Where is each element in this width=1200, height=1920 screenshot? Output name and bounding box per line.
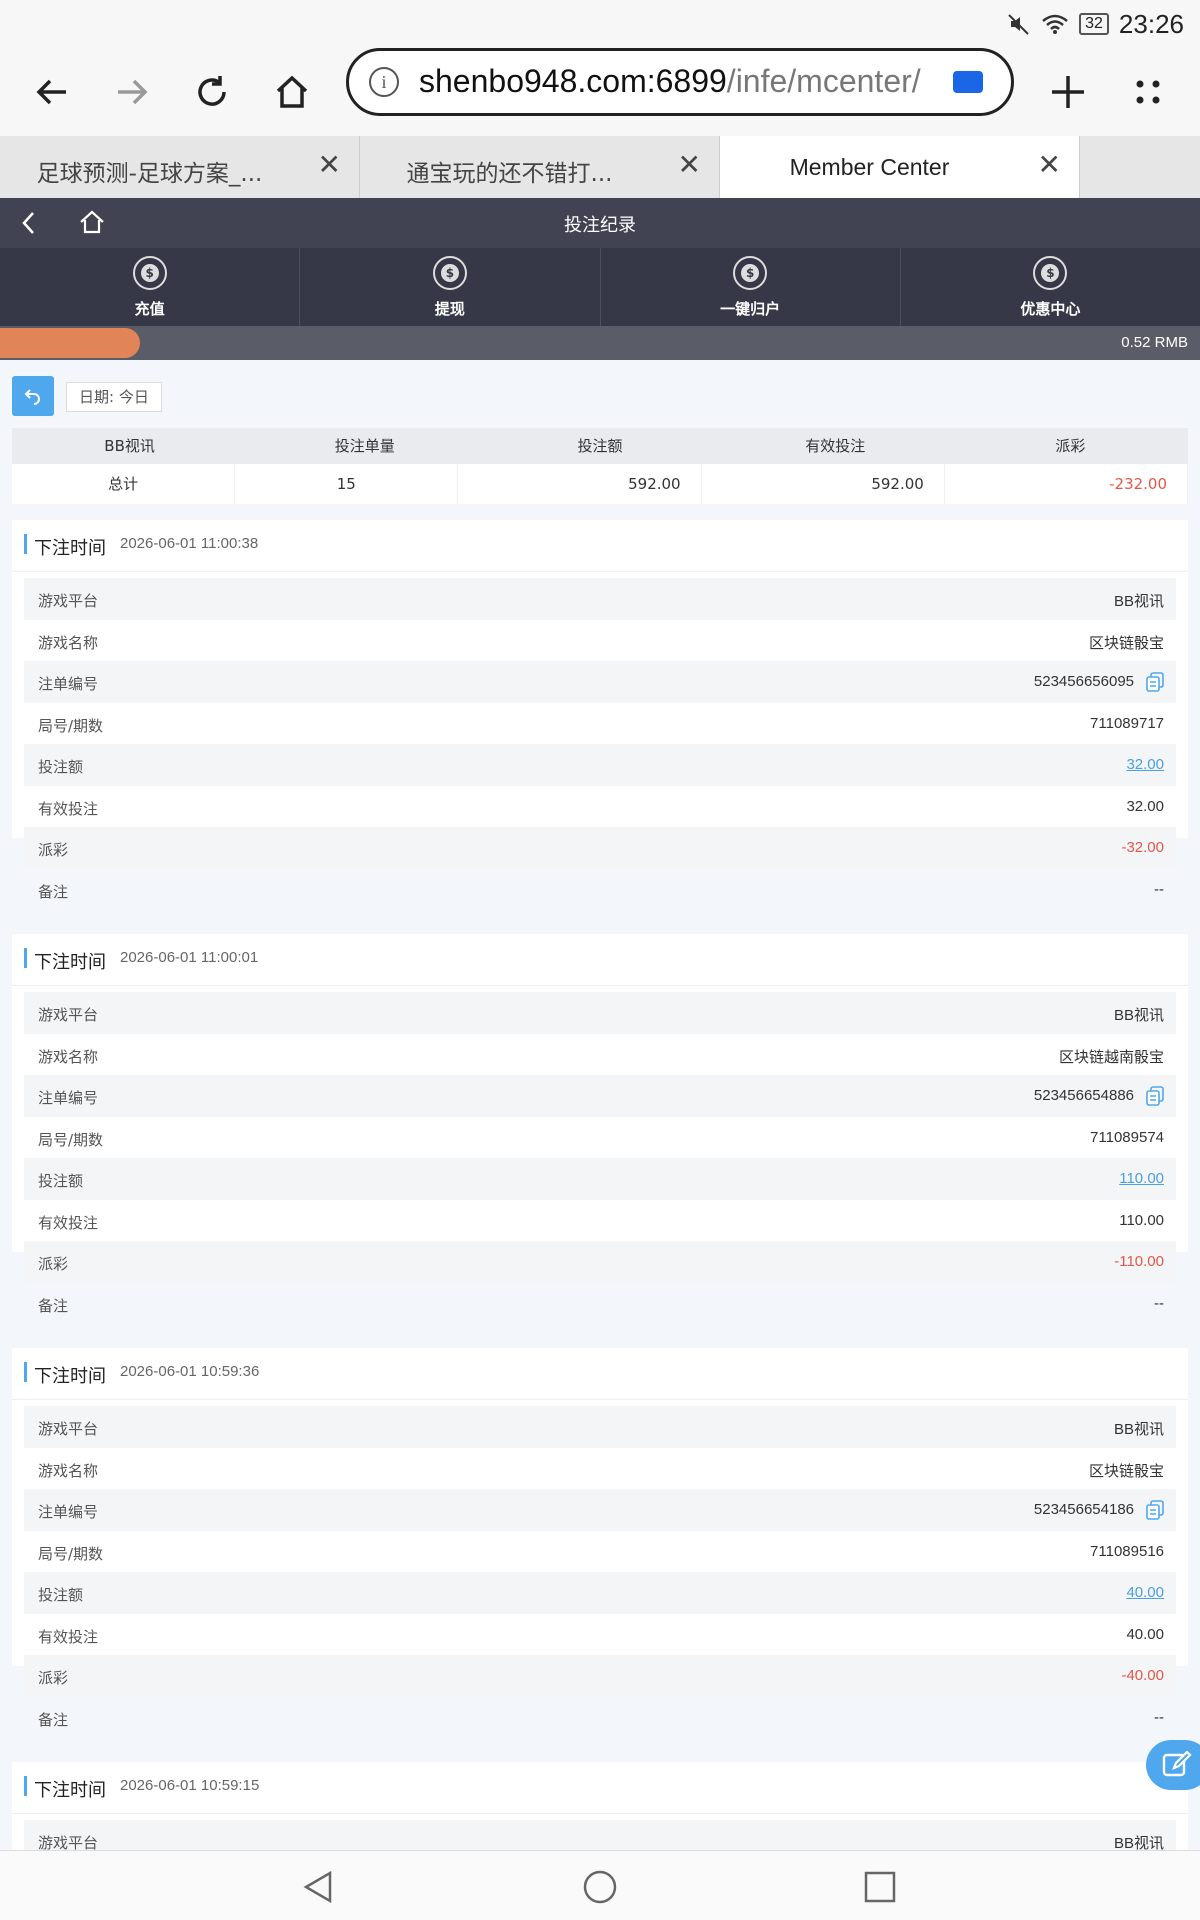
clock: 23:26 [1118, 8, 1184, 39]
edit-float-button[interactable] [1146, 1740, 1200, 1790]
battery-icon: 32 [1079, 13, 1109, 35]
status-bar: 32 23:26 [0, 0, 1200, 48]
bet-amount-link[interactable]: 110.00 [1119, 1170, 1164, 1187]
return-arrow-icon [24, 389, 40, 405]
close-icon[interactable]: ✕ [318, 150, 341, 180]
balance-value: 0.52 RMB [1121, 334, 1188, 351]
plus-icon [1052, 76, 1084, 108]
tab-3[interactable]: Member Center ✕ [720, 136, 1080, 198]
record-header: 下注时间 2026-06-01 11:00:01 [12, 934, 1188, 986]
home-icon [276, 75, 308, 108]
mute-icon [1008, 14, 1029, 35]
withdraw-icon: $ [432, 256, 467, 290]
nav-home-icon[interactable] [578, 1865, 622, 1909]
promo-icon: $ [1033, 256, 1068, 290]
tab-2[interactable]: 通宝玩的还不错打... ✕ [360, 136, 720, 198]
arrow-left-icon [36, 79, 66, 105]
bet-record: 下注时间 2026-06-01 11:00:38 游戏平台 BB视讯 游戏名称 区块… [12, 520, 1188, 901]
close-icon[interactable]: ✕ [678, 150, 701, 180]
redaction-mark [0, 328, 140, 358]
wifi-icon [1042, 14, 1068, 34]
record-header: 下注时间 2026-06-01 11:00:38 [12, 520, 1188, 572]
bet-record: 下注时间 2026-06-01 10:59:15 游戏平台 BB视讯 [12, 1762, 1188, 1850]
close-icon[interactable]: ✕ [1038, 150, 1061, 180]
nav-back-icon[interactable] [298, 1865, 342, 1909]
site-header: 投注纪录 [0, 198, 1200, 248]
bet-amount-link[interactable]: 32.00 [1126, 756, 1164, 773]
url-text[interactable]: shenbo948.com:6899/infe/mcenter/ [419, 63, 921, 100]
bet-record: 下注时间 2026-06-01 11:00:01 游戏平台 BB视讯 游戏名称 区块… [12, 934, 1188, 1315]
reload-icon [198, 76, 226, 106]
page-title: 投注纪录 [564, 215, 636, 236]
bet-record: 下注时间 2026-06-01 10:59:36 游戏平台 BB视讯 游戏名称 区块… [12, 1348, 1188, 1729]
nav-recents-icon[interactable] [858, 1865, 902, 1909]
member-nav: $ 充值 $ 提现 $ 一键归户 $ 优惠中心 [0, 248, 1200, 326]
back-button[interactable] [20, 60, 84, 124]
home-button[interactable] [260, 60, 324, 124]
tab-strip: 足球预测-足球方案_... ✕ 通宝玩的还不错打... ✕ Member Cen… [0, 136, 1200, 198]
date-filter[interactable]: 日期: 今日 [66, 382, 162, 412]
summary-table: BB视讯 投注单量 投注额 有效投注 派彩 总计 15 592.00 592.0… [12, 428, 1189, 504]
copy-icon[interactable] [1146, 672, 1164, 692]
system-nav-bar [0, 1850, 1200, 1920]
summary-header: BB视讯 投注单量 投注额 有效投注 派彩 [12, 428, 1188, 464]
return-button[interactable] [12, 376, 54, 416]
bet-amount-link[interactable]: 40.00 [1126, 1584, 1164, 1601]
copy-icon[interactable] [1146, 1500, 1164, 1520]
tab-1[interactable]: 足球预测-足球方案_... ✕ [0, 136, 360, 198]
summary-total-row: 总计 15 592.00 592.00 -232.00 [12, 464, 1189, 504]
record-header: 下注时间 2026-06-01 10:59:15 [12, 1762, 1188, 1814]
new-tab-button[interactable] [1036, 60, 1100, 124]
balance-bar: 0.52 RMB [0, 326, 1200, 360]
copy-icon[interactable] [1146, 1086, 1164, 1106]
bet-records-content: 日期: 今日 BB视讯 投注单量 投注额 有效投注 派彩 总计 15 592.0… [0, 360, 1200, 1850]
transfer-icon: $ [733, 256, 768, 290]
address-bar[interactable]: i shenbo948.com:6899/infe/mcenter/ [346, 48, 1014, 116]
nav-withdraw[interactable]: $ 提现 [300, 248, 601, 326]
arrow-right-icon [118, 79, 148, 105]
record-header: 下注时间 2026-06-01 10:59:36 [12, 1348, 1188, 1400]
forward-button[interactable] [100, 60, 164, 124]
deposit-icon: $ [132, 256, 167, 290]
info-icon[interactable]: i [369, 67, 399, 97]
cast-icon[interactable] [953, 71, 983, 93]
more-icon [1136, 80, 1160, 104]
menu-button[interactable] [1116, 60, 1180, 124]
reload-button[interactable] [180, 60, 244, 124]
browser-toolbar: i shenbo948.com:6899/infe/mcenter/ [0, 48, 1200, 136]
nav-promotions[interactable]: $ 优惠中心 [901, 248, 1200, 326]
edit-icon [1162, 1751, 1192, 1777]
nav-deposit[interactable]: $ 充值 [0, 248, 301, 326]
nav-consolidate[interactable]: $ 一键归户 [601, 248, 901, 326]
